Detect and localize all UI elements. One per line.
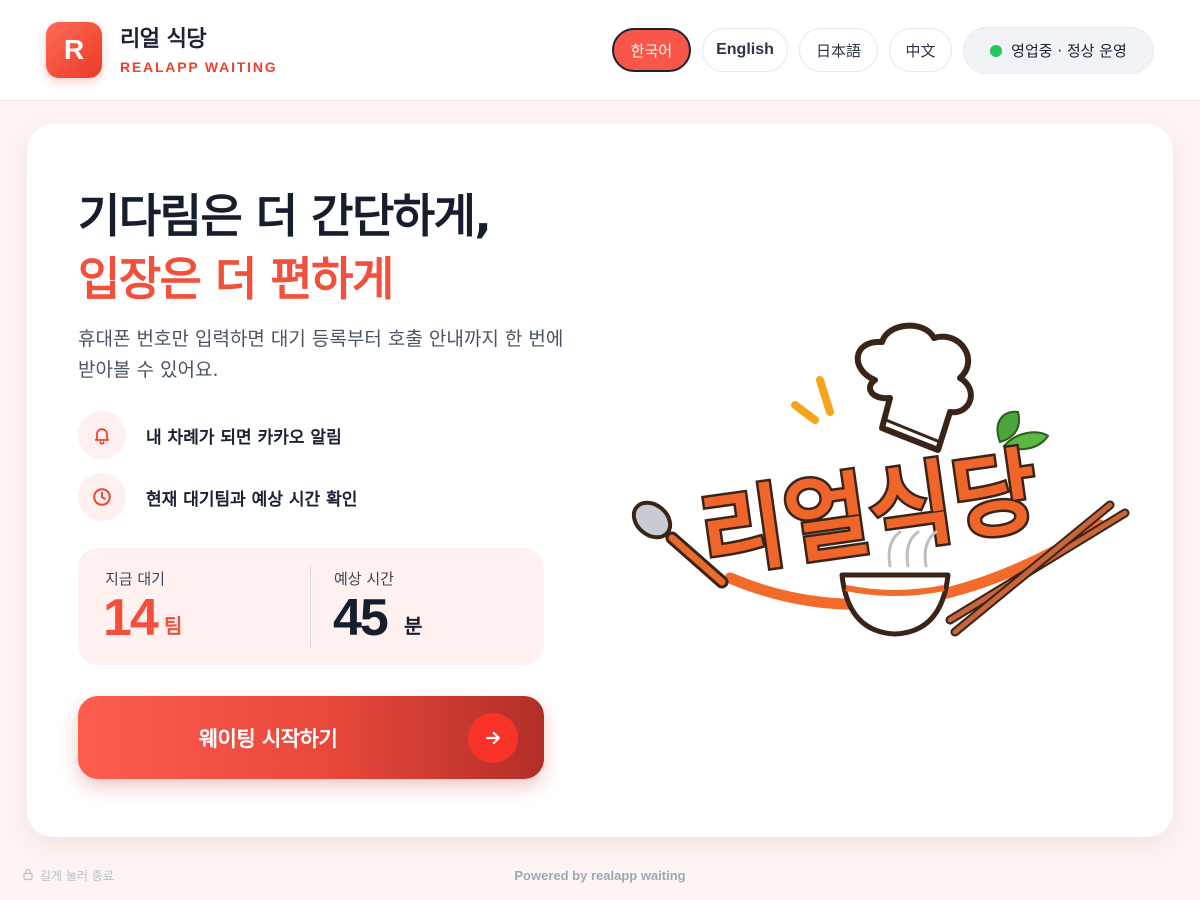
brand-logo-letter: R: [63, 34, 85, 65]
lang-button-english[interactable]: English: [702, 28, 788, 72]
waiting-count-unit: 팀: [164, 614, 183, 638]
start-waiting-button[interactable]: 웨이팅 시작하기: [78, 696, 544, 779]
restaurant-logo-illustration: 리얼식당: [631, 322, 1130, 637]
hero-title-line1: 기다림은 더 간단하게,: [78, 189, 492, 243]
lang-button-label: 日本語: [815, 41, 861, 60]
chef-hat-icon: [854, 322, 974, 453]
waiting-count-label: 지금 대기: [105, 570, 165, 588]
store-status-badge: 영업중 · 정상 운영: [963, 27, 1154, 74]
hero-title-line2: 입장은 더 편하게: [78, 252, 394, 306]
lang-button-label: 한국어: [630, 41, 673, 60]
brand-logo: R: [46, 22, 102, 78]
sparkle-decoration: [791, 376, 834, 424]
lang-button-label: 中文: [905, 41, 936, 60]
top-header: R 리얼 식당 REALAPP WAITING 한국어 English 日本語 …: [0, 0, 1200, 101]
waiting-count-value: 14: [103, 589, 159, 647]
lang-button-label: English: [716, 41, 774, 58]
powered-by-text: Powered by realapp waiting: [514, 868, 686, 883]
lang-button-chinese[interactable]: 中文: [889, 28, 952, 72]
eta-unit: 분: [404, 614, 423, 638]
feature-wait-time: 현재 대기팀과 예상 시간 확인: [78, 473, 357, 521]
store-status-label: 영업중 · 정상 운영: [1011, 42, 1127, 60]
waiting-stats-panel: 지금 대기 14 팀 예상 시간 45 분: [78, 548, 544, 665]
logo-text: 리얼식당: [694, 437, 1044, 590]
eta-value: 45: [333, 589, 389, 647]
feature-label: 현재 대기팀과 예상 시간 확인: [146, 489, 358, 510]
brand-name: 리얼 식당: [120, 27, 207, 52]
brand-subtitle: REALAPP WAITING: [120, 59, 278, 75]
hero-description: 휴대폰 번호만 입력하면 대기 등록부터 호출 안내까지 한 번에 받아볼 수 …: [78, 328, 564, 381]
status-dot-icon: [990, 44, 1003, 57]
bell-icon: [78, 411, 126, 459]
arrow-right-icon: [468, 713, 518, 763]
lang-button-japanese[interactable]: 日本語: [799, 28, 878, 72]
clock-icon: [78, 473, 126, 521]
eta-label: 예상 시간: [334, 570, 394, 588]
feature-kakao-alert: 내 차례가 되면 카카오 알림: [78, 411, 342, 459]
feature-label: 내 차례가 되면 카카오 알림: [146, 427, 342, 448]
start-waiting-label: 웨이팅 시작하기: [198, 726, 338, 751]
stats-divider: [310, 566, 311, 648]
lang-button-korean[interactable]: 한국어: [612, 28, 691, 72]
